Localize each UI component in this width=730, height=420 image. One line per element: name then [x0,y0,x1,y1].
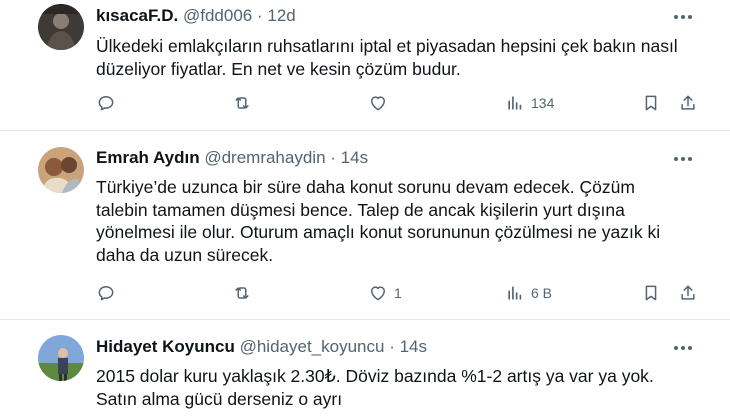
like-button[interactable]: 1 [368,283,402,303]
reply-icon [98,286,114,301]
author-handle[interactable]: @dremrahaydin [204,148,325,167]
bookmark-button[interactable] [641,283,661,303]
author-name[interactable]: Emrah Aydın [96,148,200,167]
share-icon [681,95,695,110]
tweet-text: Ülkedeki emlakçıların ruhsatlarını iptal… [96,35,696,80]
tweet-time[interactable]: 12d [267,6,295,25]
tweet-time[interactable]: 14s [400,337,427,356]
retweet-button[interactable] [232,93,258,113]
author-name[interactable]: Hidayet Koyuncu [96,337,235,356]
more-icon[interactable] [672,337,696,357]
reply-button[interactable] [96,283,122,303]
views-count: 134 [531,95,555,111]
tweet-text-line: talebin tamamen düşmesi bence. Talep de … [96,199,625,220]
share-button[interactable] [678,93,698,113]
separator-dot: · [256,6,263,25]
retweet-icon [235,287,249,299]
author-name[interactable]: kısacaF.D. [96,6,178,25]
avatar[interactable] [38,335,84,381]
tweet-text-line: Satın alma gücü derseniz o ayrı [96,388,343,409]
like-count: 1 [394,285,402,301]
author-handle[interactable]: @fdd006 [183,6,252,25]
tweet[interactable]: Hidayet Koyuncu @hidayet_koyuncu · 14s 2… [0,320,730,420]
tweet-text-line: yönelmesi ile olur. Oturum amaçlı konut … [96,222,661,242]
tweet-text-line: Türkiye’de uzunca bir süre daha konut so… [96,177,635,197]
views-icon [508,286,522,300]
avatar[interactable] [38,4,84,50]
tweet-header: Emrah Aydın @dremrahaydin · 14s [96,148,368,168]
author-handle[interactable]: @hidayet_koyuncu [240,337,385,356]
share-icon [681,285,695,300]
tweet-text: 2015 dolar kuru yaklaşık 2.30₺. Döviz ba… [96,365,696,410]
bookmark-icon [645,285,657,301]
tweet-text: Türkiye’de uzunca bir süre daha konut so… [96,176,696,266]
separator-dot: · [330,148,336,167]
bookmark-icon [645,95,657,111]
views-count: 6 B [531,285,553,301]
avatar[interactable] [38,147,84,193]
retweet-icon [235,97,249,109]
views-button[interactable]: 134 [505,93,554,113]
like-icon [371,286,385,301]
like-icon [371,96,385,111]
tweet[interactable]: Emrah Aydın @dremrahaydin · 14s Türkiye’… [0,131,730,319]
tweet-text-line: Ülkedeki emlakçıların ruhsatlarını iptal… [96,36,678,56]
more-icon[interactable] [672,6,696,26]
reply-button[interactable] [96,93,122,113]
share-button[interactable] [678,283,698,303]
tweet-text-line: daha da uzun sürecek. [96,244,274,265]
separator-dot: · [389,337,395,356]
action-bar: 134 [0,93,730,117]
views-icon [508,96,522,110]
tweet-text-line: düzeliyor fiyatlar. En net ve kesin çözü… [96,58,461,79]
tweet-text-line: 2015 dolar kuru yaklaşık 2.30₺. Döviz ba… [96,366,654,386]
tweet-header: kısacaF.D. @fdd006 · 12d [96,6,296,26]
tweet[interactable]: kısacaF.D. @fdd006 · 12d Ülkedeki emlakç… [0,0,730,130]
tweet-time[interactable]: 14s [341,148,368,167]
like-button[interactable] [368,93,394,113]
bookmark-button[interactable] [641,93,661,113]
tweet-header: Hidayet Koyuncu @hidayet_koyuncu · 14s [96,337,427,357]
views-button[interactable]: 6 B [505,283,552,303]
action-bar: 1 6 B [0,283,730,307]
retweet-button[interactable] [232,283,258,303]
reply-icon [98,96,114,111]
more-icon[interactable] [672,148,696,168]
